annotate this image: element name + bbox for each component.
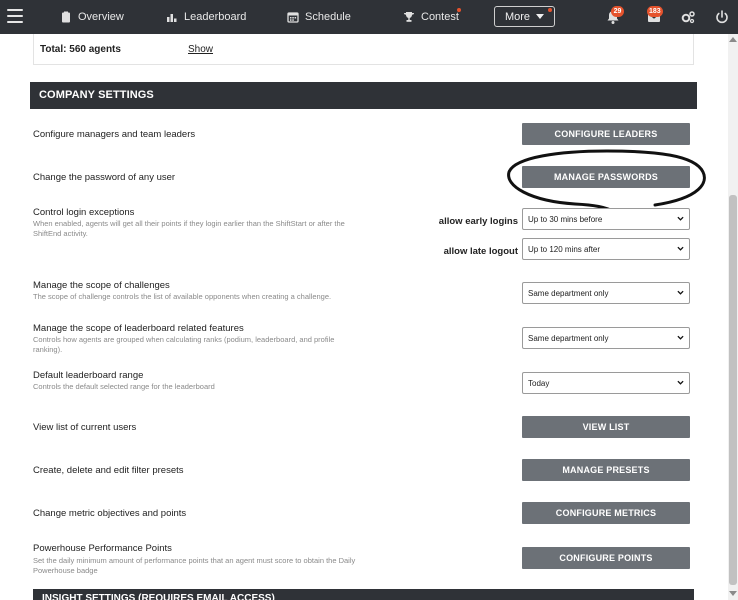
users-setting-title: View list of current users	[33, 422, 137, 433]
leaderboard-range-value: Today	[528, 378, 550, 388]
scrollbar-thumb[interactable]	[729, 195, 737, 585]
chevron-down-icon	[677, 246, 684, 251]
early-logins-value: Up to 30 mins before	[528, 214, 603, 224]
nav-schedule[interactable]: Schedule	[287, 0, 351, 34]
calendar-icon	[287, 12, 299, 23]
leaderboard-scope-select[interactable]: Same department only	[522, 327, 690, 349]
nav-overview[interactable]: Overview	[60, 0, 124, 34]
chevron-down-icon	[536, 14, 545, 19]
leaderboard-scope-value: Same department only	[528, 333, 609, 343]
leaderboard-scope-title: Manage the scope of leaderboard related …	[33, 323, 244, 334]
powerhouse-setting-title: Powerhouse Performance Points	[33, 543, 172, 554]
agents-total-text: Total: 560 agents	[40, 44, 121, 55]
leaderboard-range-select[interactable]: Today	[522, 372, 690, 394]
show-agents-link[interactable]: Show	[188, 44, 213, 55]
more-label: More	[504, 10, 531, 23]
notifications-badge: 29	[611, 6, 624, 17]
nav-leaderboard-label: Leaderboard	[184, 11, 247, 23]
early-logins-label: allow early logins	[438, 216, 518, 227]
top-nav-bar: Overview Leaderboard Schedule Contest Mo…	[0, 0, 738, 34]
gears-icon[interactable]	[680, 9, 696, 25]
leaders-setting-title: Configure managers and team leaders	[33, 129, 196, 140]
late-logout-value: Up to 120 mins after	[528, 244, 601, 254]
scroll-down-arrow-icon[interactable]	[729, 591, 737, 596]
nav-overview-label: Overview	[78, 11, 124, 23]
chevron-down-icon	[677, 290, 684, 295]
leaderboard-scope-desc: Controls how agents are grouped when cal…	[33, 335, 335, 354]
hand-drawn-highlight-ellipse	[507, 149, 706, 214]
early-logins-select[interactable]: Up to 30 mins before	[522, 208, 690, 230]
chevron-down-icon	[677, 335, 684, 340]
presets-setting-title: Create, delete and edit filter presets	[33, 465, 184, 476]
scroll-up-arrow-icon[interactable]	[729, 37, 737, 42]
nav-contest-label: Contest	[421, 11, 459, 23]
agents-total-panel	[33, 34, 694, 65]
more-dot	[548, 8, 552, 12]
trophy-icon	[404, 12, 414, 22]
configure-metrics-button[interactable]: CONFIGURE METRICS	[522, 502, 690, 524]
nav-leaderboard[interactable]: Leaderboard	[166, 0, 246, 34]
late-logout-select[interactable]: Up to 120 mins after	[522, 238, 690, 260]
menu-icon[interactable]	[7, 9, 23, 23]
nav-contest[interactable]: Contest	[403, 0, 459, 34]
manage-presets-button[interactable]: MANAGE PRESETS	[522, 459, 690, 481]
messages-badge: 183	[647, 6, 663, 17]
leaderboard-range-desc: Controls the default selected range for …	[33, 382, 215, 391]
bar-chart-icon	[167, 14, 177, 22]
challenges-scope-title: Manage the scope of challenges	[33, 280, 170, 291]
configure-points-button[interactable]: CONFIGURE POINTS	[522, 547, 690, 569]
passwords-setting-title: Change the password of any user	[33, 172, 176, 183]
view-list-button[interactable]: VIEW LIST	[522, 416, 690, 438]
chevron-down-icon	[677, 216, 684, 221]
insight-settings-header: INSIGHT SETTINGS (REQUIRES EMAIL ACCESS)	[33, 589, 694, 600]
login-exceptions-title: Control login exceptions	[33, 207, 135, 218]
clipboard-icon	[62, 11, 70, 23]
leaderboard-range-title: Default leaderboard range	[33, 370, 144, 381]
contest-dot	[457, 8, 461, 12]
powerhouse-setting-desc: Set the daily minimum amount of performa…	[33, 556, 356, 575]
power-icon[interactable]	[714, 9, 730, 25]
more-button[interactable]: More	[494, 6, 555, 27]
challenges-scope-value: Same department only	[528, 288, 609, 298]
configure-leaders-button[interactable]: CONFIGURE LEADERS	[522, 123, 690, 145]
nav-schedule-label: Schedule	[305, 11, 351, 23]
late-logout-label: allow late logout	[443, 246, 518, 257]
metrics-setting-title: Change metric objectives and points	[33, 508, 187, 519]
challenges-scope-desc: The scope of challenge controls the list…	[33, 292, 332, 301]
chevron-down-icon	[677, 380, 684, 385]
company-settings-header: COMPANY SETTINGS	[30, 82, 697, 109]
challenges-scope-select[interactable]: Same department only	[522, 282, 690, 304]
login-exceptions-desc: When enabled, agents will get all their …	[33, 219, 345, 238]
